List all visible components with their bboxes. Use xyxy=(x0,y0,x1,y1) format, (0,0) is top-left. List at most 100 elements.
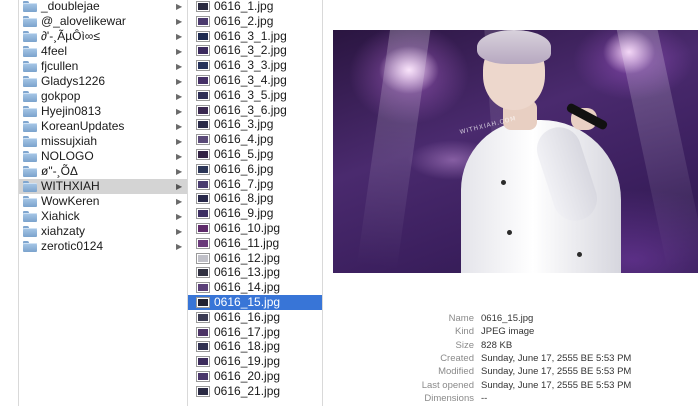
folder-row[interactable]: Gladys1226 ▶ xyxy=(19,74,187,89)
file-row[interactable]: 0616_7.jpg xyxy=(188,177,322,192)
file-row[interactable]: 0616_11.jpg xyxy=(188,236,322,251)
folder-name: NOLOGO xyxy=(41,149,94,163)
file-name: 0616_2.jpg xyxy=(214,13,274,28)
chevron-right-icon: ▶ xyxy=(176,47,183,56)
file-name: 0616_6.jpg xyxy=(214,161,274,176)
folder-icon xyxy=(23,136,37,147)
file-row[interactable]: 0616_10.jpg xyxy=(188,221,322,236)
file-row[interactable]: 0616_3_3.jpg xyxy=(188,58,322,73)
folder-icon xyxy=(23,181,37,192)
jpeg-thumbnail-icon xyxy=(196,89,210,101)
file-row[interactable]: 0616_6.jpg xyxy=(188,162,322,177)
folder-name: gokpop xyxy=(41,89,81,103)
folder-name: fjcullen xyxy=(41,59,79,73)
chevron-right-icon: ▶ xyxy=(176,17,183,26)
file-name: 0616_11.jpg xyxy=(214,235,280,250)
file-row[interactable]: 0616_21.jpg xyxy=(188,384,322,399)
folder-column[interactable]: _doublejae ▶ @_alovelikewar ▶ ∂'-¸ÃµÔì∞≤ ▶ 4fe… xyxy=(19,0,188,406)
chevron-right-icon: ▶ xyxy=(176,152,183,161)
jpeg-thumbnail-icon xyxy=(196,326,210,338)
file-row[interactable]: 0616_13.jpg xyxy=(188,265,322,280)
file-row[interactable]: 0616_3_4.jpg xyxy=(188,73,322,88)
folder-name: 4feel xyxy=(41,44,68,58)
jpeg-thumbnail-icon xyxy=(196,311,210,323)
folder-name: Gladys1226 xyxy=(41,74,106,88)
file-row[interactable]: 0616_19.jpg xyxy=(188,354,322,369)
file-row[interactable]: 0616_3_6.jpg xyxy=(188,103,322,118)
file-name: 0616_17.jpg xyxy=(214,324,281,339)
file-row[interactable]: 0616_9.jpg xyxy=(188,206,322,221)
jpeg-thumbnail-icon xyxy=(196,60,210,72)
file-column[interactable]: 0616_1.jpg 0616_2.jpg 0616_3_1.jpg 0616_3_2… xyxy=(188,0,323,406)
file-row[interactable]: 0616_4.jpg xyxy=(188,132,322,147)
file-row[interactable]: 0616_3_1.jpg xyxy=(188,29,322,44)
folder-icon xyxy=(23,151,37,162)
jpeg-thumbnail-icon xyxy=(196,252,210,264)
file-name: 0616_3_2.jpg xyxy=(214,43,287,58)
folder-icon xyxy=(23,166,37,177)
file-row[interactable]: 0616_20.jpg xyxy=(188,369,322,384)
folder-row[interactable]: NOLOGO ▶ xyxy=(19,149,187,164)
chevron-right-icon: ▶ xyxy=(176,167,183,176)
jpeg-thumbnail-icon xyxy=(196,282,210,294)
jpeg-thumbnail-icon xyxy=(196,208,210,220)
preview-image: WITHXIAH.COM xyxy=(333,30,698,273)
folder-row[interactable]: KoreanUpdates ▶ xyxy=(19,119,187,134)
info-row: Dimensions -- xyxy=(323,392,700,405)
file-row[interactable]: 0616_3_2.jpg xyxy=(188,43,322,58)
folder-row[interactable]: WowKeren ▶ xyxy=(19,194,187,209)
folder-row[interactable]: 4feel ▶ xyxy=(19,44,187,59)
jpeg-thumbnail-icon xyxy=(196,149,210,160)
jpeg-thumbnail-icon xyxy=(196,30,210,42)
folder-row[interactable]: gokpop ▶ xyxy=(19,89,187,104)
file-row[interactable]: 0616_1.jpg xyxy=(188,0,322,14)
folder-name: xiahzaty xyxy=(41,224,86,238)
file-row[interactable]: 0616_16.jpg xyxy=(188,310,322,325)
chevron-right-icon: ▶ xyxy=(176,137,183,146)
folder-icon xyxy=(23,106,37,117)
chevron-right-icon: ▶ xyxy=(176,2,183,11)
chevron-right-icon: ▶ xyxy=(176,92,183,101)
info-label: Dimensions xyxy=(424,392,474,404)
jpeg-thumbnail-icon xyxy=(196,163,210,175)
folder-row[interactable]: @_alovelikewar ▶ xyxy=(19,14,187,29)
file-name: 0616_5.jpg xyxy=(214,147,274,161)
folder-row[interactable]: WITHXIAH ▶ xyxy=(19,179,187,194)
folder-name: Hyejin0813 xyxy=(41,104,102,118)
file-row[interactable]: 0616_15.jpg xyxy=(188,295,322,310)
file-row[interactable]: 0616_17.jpg xyxy=(188,325,322,340)
chevron-right-icon: ▶ xyxy=(176,77,183,86)
info-value: Sunday, June 17, 2555 BE 5:53 PM xyxy=(481,366,632,378)
chevron-right-icon: ▶ xyxy=(176,242,183,251)
jpeg-thumbnail-icon xyxy=(196,134,210,146)
folder-row[interactable]: Hyejin0813 ▶ xyxy=(19,104,187,119)
file-row[interactable]: 0616_18.jpg xyxy=(188,339,322,354)
file-name: 0616_3_3.jpg xyxy=(214,58,287,73)
file-name: 0616_14.jpg xyxy=(214,280,281,295)
file-row[interactable]: 0616_5.jpg xyxy=(188,147,322,162)
file-row[interactable]: 0616_3.jpg xyxy=(188,117,322,132)
jpeg-thumbnail-icon xyxy=(196,45,210,57)
folder-row[interactable]: missujxiah ▶ xyxy=(19,134,187,149)
folder-row[interactable]: xiahzaty ▶ xyxy=(19,224,187,239)
jpeg-thumbnail-icon xyxy=(196,15,210,27)
folder-row[interactable]: _doublejae ▶ xyxy=(19,0,187,14)
file-name: 0616_13.jpg xyxy=(214,265,281,280)
folder-row[interactable]: fjcullen ▶ xyxy=(19,59,187,74)
file-row[interactable]: 0616_14.jpg xyxy=(188,280,322,295)
file-row[interactable]: 0616_2.jpg xyxy=(188,14,322,29)
file-name: 0616_4.jpg xyxy=(214,132,274,147)
folder-row[interactable]: ø"-¸ÕΔ ▶ xyxy=(19,164,187,179)
info-label: Modified xyxy=(438,366,474,378)
folder-row[interactable]: Xiahick ▶ xyxy=(19,209,187,224)
file-row[interactable]: 0616_12.jpg xyxy=(188,251,322,266)
file-name: 0616_3_6.jpg xyxy=(214,102,287,117)
info-row: Created Sunday, June 17, 2555 BE 5:53 PM xyxy=(323,352,700,365)
file-name: 0616_1.jpg xyxy=(214,0,274,13)
file-name: 0616_20.jpg xyxy=(214,369,281,383)
file-row[interactable]: 0616_3_5.jpg xyxy=(188,88,322,103)
file-row[interactable]: 0616_8.jpg xyxy=(188,191,322,206)
file-name: 0616_3.jpg xyxy=(214,117,274,132)
folder-row[interactable]: ∂'-¸ÃµÔì∞≤ ▶ xyxy=(19,29,187,44)
folder-row[interactable]: zerotic0124 ▶ xyxy=(19,239,187,254)
